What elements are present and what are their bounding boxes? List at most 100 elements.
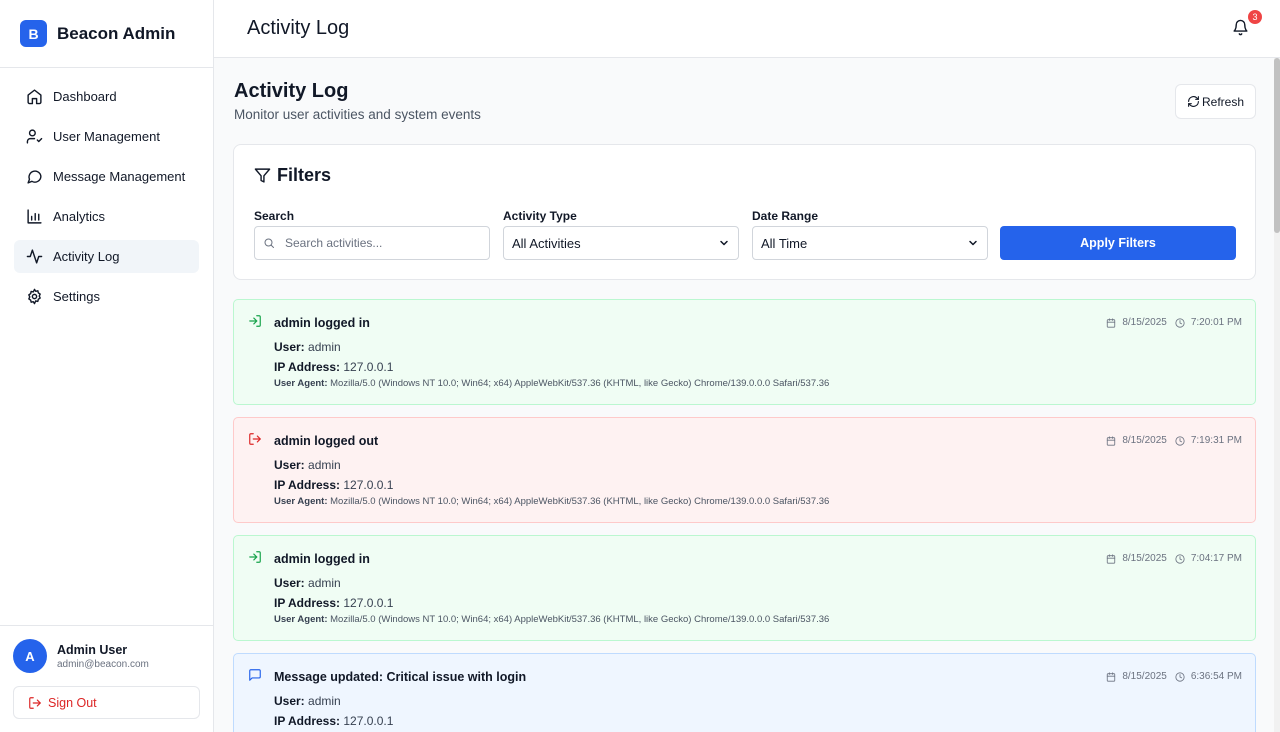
refresh-button[interactable]: Refresh xyxy=(1175,84,1256,119)
entry-user-value: admin xyxy=(308,576,341,590)
user-email: admin@beacon.com xyxy=(57,658,149,670)
calendar-icon xyxy=(1107,553,1116,564)
entry-user: User: admin xyxy=(274,694,341,708)
sidebar-item-analytics[interactable]: Analytics xyxy=(14,200,199,233)
entry-ua-value: Mozilla/5.0 (Windows NT 10.0; Win64; x64… xyxy=(330,378,830,389)
notifications-button[interactable]: 3 xyxy=(1232,10,1262,39)
filters-title: Filters xyxy=(277,165,332,185)
entry-title: admin logged out xyxy=(274,434,379,448)
sidebar-item-user-management[interactable]: User Management xyxy=(14,120,199,153)
search-field: Search Search activities... xyxy=(254,209,490,260)
entry-ip-value: 127.0.0.1 xyxy=(343,596,394,610)
activity-icon xyxy=(26,249,43,264)
sidebar-item-label: Message Management xyxy=(53,169,186,184)
filter-icon xyxy=(254,168,271,183)
chevron-down-icon xyxy=(969,240,977,246)
entry-user: User: admin xyxy=(274,340,341,354)
entry-user-label: User: xyxy=(274,340,305,354)
date-range-value: All Time xyxy=(761,235,808,251)
entry-user-agent: User Agent: Mozilla/5.0 (Windows NT 10.0… xyxy=(274,496,829,507)
clock-icon xyxy=(1175,317,1185,328)
entry-time: 7:20:01 PM xyxy=(1190,317,1242,328)
entry-title: Message updated: Critical issue with log… xyxy=(274,670,527,684)
search-icon xyxy=(264,238,274,248)
entry-time: 7:19:31 PM xyxy=(1190,435,1242,446)
entry-timestamp: 8/15/2025 6:36:54 PM xyxy=(1106,671,1242,682)
sidebar-item-label: Settings xyxy=(53,289,100,304)
entry-user: User: admin xyxy=(274,576,341,590)
activity-entry: Message updated: Critical issue with log… xyxy=(233,653,1256,732)
date-range-select[interactable]: All Time xyxy=(752,226,988,260)
sign-out-button[interactable]: Sign Out xyxy=(13,686,200,719)
entry-ip: IP Address: 127.0.0.1 xyxy=(274,596,393,610)
page-subtitle: Monitor user activities and system event… xyxy=(234,107,481,122)
entry-time: 7:04:17 PM xyxy=(1190,553,1242,564)
entry-ua-label: User Agent: xyxy=(274,378,328,389)
message-square-icon xyxy=(249,669,261,681)
entry-time: 6:36:54 PM xyxy=(1190,671,1242,682)
sidebar-item-settings[interactable]: Settings xyxy=(14,280,199,313)
search-input[interactable]: Search activities... xyxy=(254,226,490,260)
brand-name: Beacon Admin xyxy=(57,23,176,43)
apply-filters-button[interactable]: Apply Filters xyxy=(1000,226,1236,260)
activity-entry: admin logged out User: admin IP Address:… xyxy=(233,417,1256,523)
entry-ua-label: User Agent: xyxy=(274,614,328,625)
activity-type-value: All Activities xyxy=(512,235,581,251)
activity-entry: admin logged in User: admin IP Address: … xyxy=(233,535,1256,641)
main-scrollbar[interactable] xyxy=(1274,58,1280,732)
calendar-icon xyxy=(1107,671,1116,682)
home-icon xyxy=(27,89,42,105)
scrollbar-thumb[interactable] xyxy=(1274,58,1280,233)
refresh-label: Refresh xyxy=(1201,94,1245,109)
activity-type-field: Activity Type All Activities xyxy=(503,209,739,260)
entry-user-agent: User Agent: Mozilla/5.0 (Windows NT 10.0… xyxy=(274,614,829,625)
sidebar-nav: Dashboard User Management Message Manage… xyxy=(0,68,213,332)
sidebar-item-label: Analytics xyxy=(53,209,106,224)
brand: B Beacon Admin xyxy=(0,0,213,68)
bell-icon xyxy=(1233,19,1248,36)
entry-ua-label: User Agent: xyxy=(274,496,328,507)
log-in-icon xyxy=(249,551,261,563)
search-label: Search xyxy=(254,209,295,223)
entry-ip-label: IP Address: xyxy=(274,360,341,374)
entry-ip: IP Address: 127.0.0.1 xyxy=(274,478,393,492)
log-in-icon xyxy=(249,315,261,327)
calendar-icon xyxy=(1107,435,1116,446)
entry-ip-value: 127.0.0.1 xyxy=(343,360,394,374)
header-title: Activity Log xyxy=(247,17,350,39)
avatar: A xyxy=(13,639,47,673)
date-range-label: Date Range xyxy=(752,209,819,223)
message-circle-icon xyxy=(27,170,42,184)
top-bar: Activity Log 3 xyxy=(214,0,1280,58)
entry-user-value: admin xyxy=(308,458,341,472)
clock-icon xyxy=(1175,435,1185,446)
gear-icon xyxy=(28,288,41,305)
entry-ip-label: IP Address: xyxy=(274,714,341,728)
entry-title: admin logged in xyxy=(274,316,370,330)
entry-ip: IP Address: 127.0.0.1 xyxy=(274,714,393,728)
activity-entry: admin logged in User: admin IP Address: … xyxy=(233,299,1256,405)
sidebar: B Beacon Admin Dashboard User Management… xyxy=(0,0,214,732)
page-title: Activity Log xyxy=(234,80,349,102)
chevron-down-icon xyxy=(720,240,728,246)
entry-ua-value: Mozilla/5.0 (Windows NT 10.0; Win64; x64… xyxy=(330,614,830,625)
sidebar-item-dashboard[interactable]: Dashboard xyxy=(14,80,199,113)
sidebar-item-message-management[interactable]: Message Management xyxy=(14,160,199,193)
filters-heading: Filters xyxy=(254,165,331,186)
entry-ip-value: 127.0.0.1 xyxy=(343,478,394,492)
entry-ip-label: IP Address: xyxy=(274,596,341,610)
main-content: Activity Log Monitor user activities and… xyxy=(214,58,1280,732)
log-out-icon xyxy=(249,433,261,445)
sidebar-item-label: Activity Log xyxy=(53,249,120,264)
sidebar-item-activity-log[interactable]: Activity Log xyxy=(14,240,199,273)
user-check-icon xyxy=(26,129,43,144)
sidebar-item-label: Dashboard xyxy=(53,89,117,104)
clock-icon xyxy=(1175,553,1185,564)
entry-user: User: admin xyxy=(274,458,341,472)
entry-ip-label: IP Address: xyxy=(274,478,341,492)
brand-logo: B xyxy=(20,20,47,47)
log-out-icon xyxy=(29,696,41,709)
entry-user-value: admin xyxy=(308,694,341,708)
entry-date: 8/15/2025 xyxy=(1122,671,1167,682)
activity-type-select[interactable]: All Activities xyxy=(503,226,739,260)
